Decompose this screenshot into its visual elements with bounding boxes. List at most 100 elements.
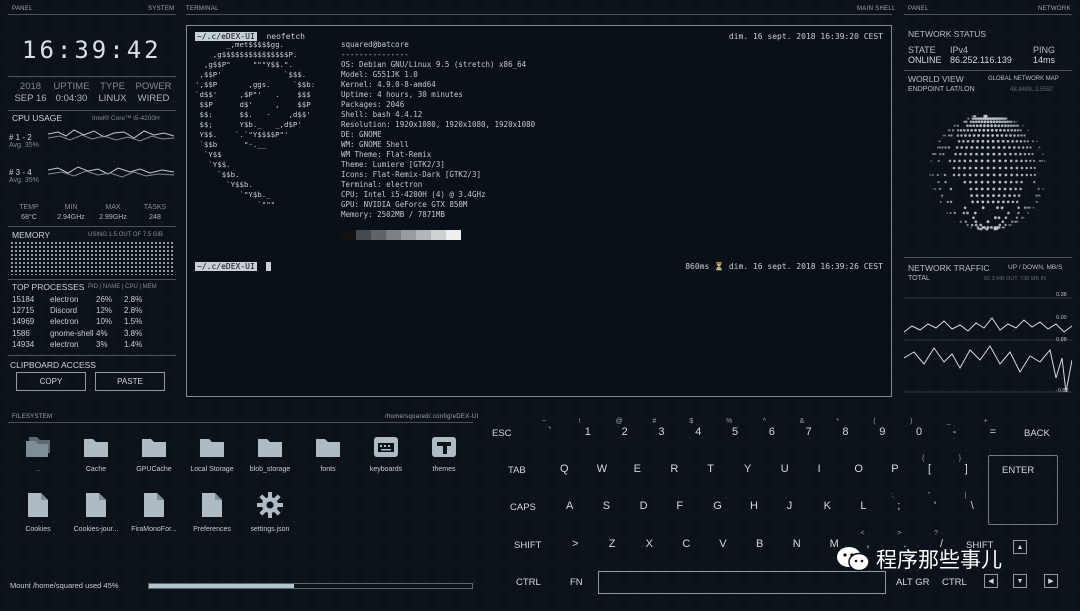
key[interactable]: A	[566, 500, 573, 512]
key[interactable]: * 8	[836, 418, 849, 438]
file-item[interactable]: FiraMonoFor...	[125, 492, 183, 533]
key[interactable]: T	[707, 463, 714, 475]
key[interactable]: #3	[652, 418, 664, 438]
key[interactable]: | \	[965, 492, 974, 512]
key[interactable]: $4	[689, 418, 701, 438]
globe-dot	[1033, 180, 1036, 184]
copy-button[interactable]: COPY	[16, 372, 86, 391]
globe-dot	[970, 226, 973, 229]
globe-dot	[1004, 134, 1008, 137]
key[interactable]: S	[603, 500, 610, 512]
alt-gr-key[interactable]: ALT GR	[896, 577, 929, 588]
file-item[interactable]: themes	[415, 436, 473, 473]
esc-key[interactable]: ESC	[492, 428, 512, 439]
key-char: 8	[842, 426, 849, 438]
enter-key-label[interactable]: ENTER	[1002, 465, 1034, 476]
backspace-key[interactable]: BACK	[1024, 428, 1050, 439]
globe-dot	[934, 187, 937, 191]
process-cell: 3.8%	[124, 328, 143, 338]
key[interactable]: O	[854, 463, 863, 475]
shift-key-left[interactable]: SHIFT	[514, 540, 541, 551]
key[interactable]: B	[756, 538, 763, 550]
ctrl-key-right[interactable]: CTRL	[942, 577, 967, 588]
file-item[interactable]: fonts	[299, 436, 357, 473]
ctrl-key-left[interactable]: CTRL	[516, 577, 541, 588]
key[interactable]: G	[713, 500, 722, 512]
globe-dot	[989, 120, 993, 124]
file-item[interactable]: blob_storage	[241, 436, 299, 473]
key[interactable]: Z	[609, 538, 616, 550]
caps-key[interactable]: CAPS	[510, 502, 536, 513]
file-item[interactable]: Local Storage	[183, 436, 241, 473]
key[interactable]: @2	[616, 418, 628, 438]
arrow-left-icon[interactable]: ◀	[984, 574, 998, 588]
key[interactable]: (9	[873, 418, 885, 438]
key[interactable]: X	[646, 538, 653, 550]
spacebar[interactable]	[598, 571, 886, 594]
key[interactable]: }]	[959, 455, 968, 475]
state-label: STATE	[908, 45, 936, 55]
key[interactable]: E	[634, 463, 641, 475]
key[interactable]: ! 1	[579, 418, 591, 438]
key[interactable]: % 5	[726, 418, 738, 438]
tab-key[interactable]: TAB	[508, 465, 526, 476]
key[interactable]: Q	[560, 463, 569, 475]
key[interactable]: {[	[922, 455, 931, 475]
divider	[8, 226, 176, 227]
globe-dot	[944, 134, 947, 137]
key[interactable]: J	[787, 500, 793, 512]
key[interactable]: D	[640, 500, 648, 512]
color-swatch	[401, 230, 416, 240]
file-item[interactable]: keyboards	[357, 436, 415, 473]
file-item[interactable]: settings.json	[241, 492, 299, 533]
key[interactable]: C	[682, 538, 690, 550]
key[interactable]: ^ 6	[763, 418, 775, 438]
file-item[interactable]: Cookies	[9, 492, 67, 533]
arrow-down-icon[interactable]: ▼	[1013, 574, 1027, 588]
key[interactable]: F	[676, 500, 683, 512]
key[interactable]: >	[572, 538, 578, 550]
key-shift-char: *	[836, 418, 840, 425]
date-value: SEP 16	[14, 93, 47, 104]
min-value: 2.94GHz	[57, 214, 85, 221]
key-char: 2	[621, 426, 628, 438]
key[interactable]: V	[719, 538, 726, 550]
key[interactable]: Y	[744, 463, 751, 475]
ping-label: PING	[1033, 45, 1056, 55]
key[interactable]: ) 0	[910, 418, 922, 438]
key[interactable]: ~ `	[542, 418, 552, 438]
key-char: 1	[584, 426, 591, 438]
globe-dot	[981, 206, 985, 210]
globe-dot	[977, 120, 981, 124]
key[interactable]: " '	[928, 492, 936, 512]
globe-dot	[1020, 166, 1024, 170]
arrow-right-icon[interactable]: ▶	[1044, 574, 1058, 588]
globe-dot	[998, 173, 1002, 177]
key[interactable]: H	[750, 500, 758, 512]
key[interactable]: _ -	[947, 418, 957, 438]
key[interactable]: W	[597, 463, 607, 475]
key[interactable]: R	[670, 463, 678, 475]
fn-key[interactable]: FN	[570, 577, 583, 588]
file-item[interactable]: Preferences	[183, 492, 241, 533]
key[interactable]: K	[824, 500, 831, 512]
file-item[interactable]: ..	[9, 436, 67, 473]
globe-dot	[990, 124, 993, 128]
key[interactable]: U	[781, 463, 789, 475]
key[interactable]: + =	[984, 418, 996, 438]
key[interactable]: & 7	[800, 418, 812, 438]
key[interactable]: N	[793, 538, 801, 550]
key[interactable]: :;	[891, 492, 900, 512]
key[interactable]: L	[860, 500, 866, 512]
file-item[interactable]: Cache	[67, 436, 125, 473]
globe-dot	[963, 180, 967, 184]
file-item[interactable]: GPUCache	[125, 436, 183, 473]
arrow-up-icon[interactable]: ▲	[1013, 540, 1027, 554]
globe-dot	[931, 188, 934, 190]
globe-dot	[1003, 187, 1007, 191]
paste-button[interactable]: PASTE	[95, 372, 165, 391]
file-item[interactable]: Cookies-jour...	[67, 492, 125, 533]
key[interactable]: P	[891, 463, 898, 475]
terminal-window[interactable]: ~/.c/eDEX-UI neofetch dim. 16 sept. 2018…	[186, 25, 892, 397]
key[interactable]: I	[818, 463, 821, 475]
